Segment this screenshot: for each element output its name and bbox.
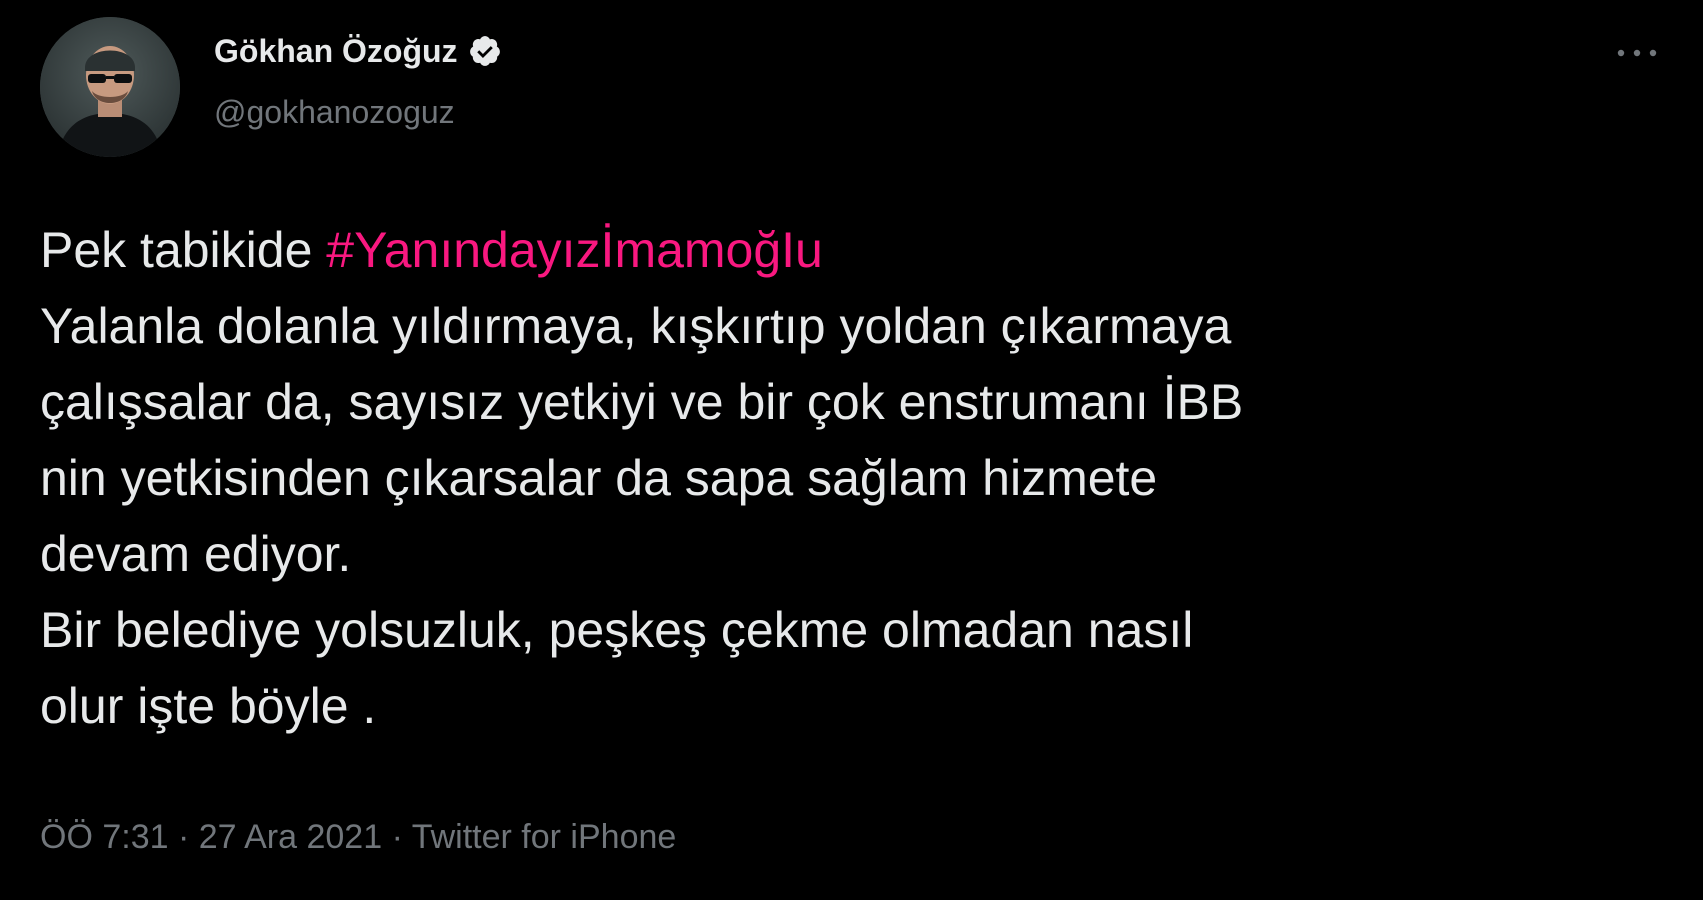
tweet-line: devam ediyor.: [40, 526, 352, 582]
more-horizontal-icon[interactable]: [1607, 38, 1667, 68]
hashtag-link[interactable]: #YanındayızİmamoğIu: [326, 222, 823, 278]
tweet-time[interactable]: ÖÖ 7:31: [40, 818, 169, 856]
avatar[interactable]: [40, 17, 180, 157]
tweet-line: nin yetkisinden çıkarsalar da sapa sağla…: [40, 450, 1158, 506]
tweet-card: Gökhan Özoğuz @gokhanozoguz Pek tabikide…: [0, 0, 1703, 900]
tweet-date[interactable]: 27 Ara 2021: [199, 818, 382, 856]
author-display-name[interactable]: Gökhan Özoğuz: [214, 33, 458, 70]
author-handle[interactable]: @gokhanozoguz: [214, 94, 455, 131]
tweet-first-line: Pek tabikide #YanındayızİmamoğIu: [40, 212, 1660, 288]
tweet-line: Yalanla dolanla yıldırmaya, kışkırtıp yo…: [40, 298, 1232, 354]
author-name-row[interactable]: Gökhan Özoğuz: [214, 28, 502, 74]
tweet-intro: Pek tabikide: [40, 222, 327, 278]
avatar-photo: [40, 17, 180, 157]
tweet-line: Bir belediye yolsuzluk, peşkeş çekme olm…: [40, 602, 1194, 658]
meta-separator: ·: [168, 818, 199, 856]
tweet-line: olur işte böyle .: [40, 678, 377, 734]
meta-separator: ·: [382, 818, 412, 856]
tweet-text: Pek tabikide #YanındayızİmamoğIu Yalanla…: [40, 212, 1660, 744]
verified-badge-icon: [469, 36, 500, 66]
tweet-line: çalışsalar da, sayısız yetkiyi ve bir ço…: [40, 374, 1244, 430]
tweet-source[interactable]: Twitter for iPhone: [412, 818, 677, 856]
tweet-meta: ÖÖ 7:31 · 27 Ara 2021 · Twitter for iPho…: [40, 818, 676, 857]
